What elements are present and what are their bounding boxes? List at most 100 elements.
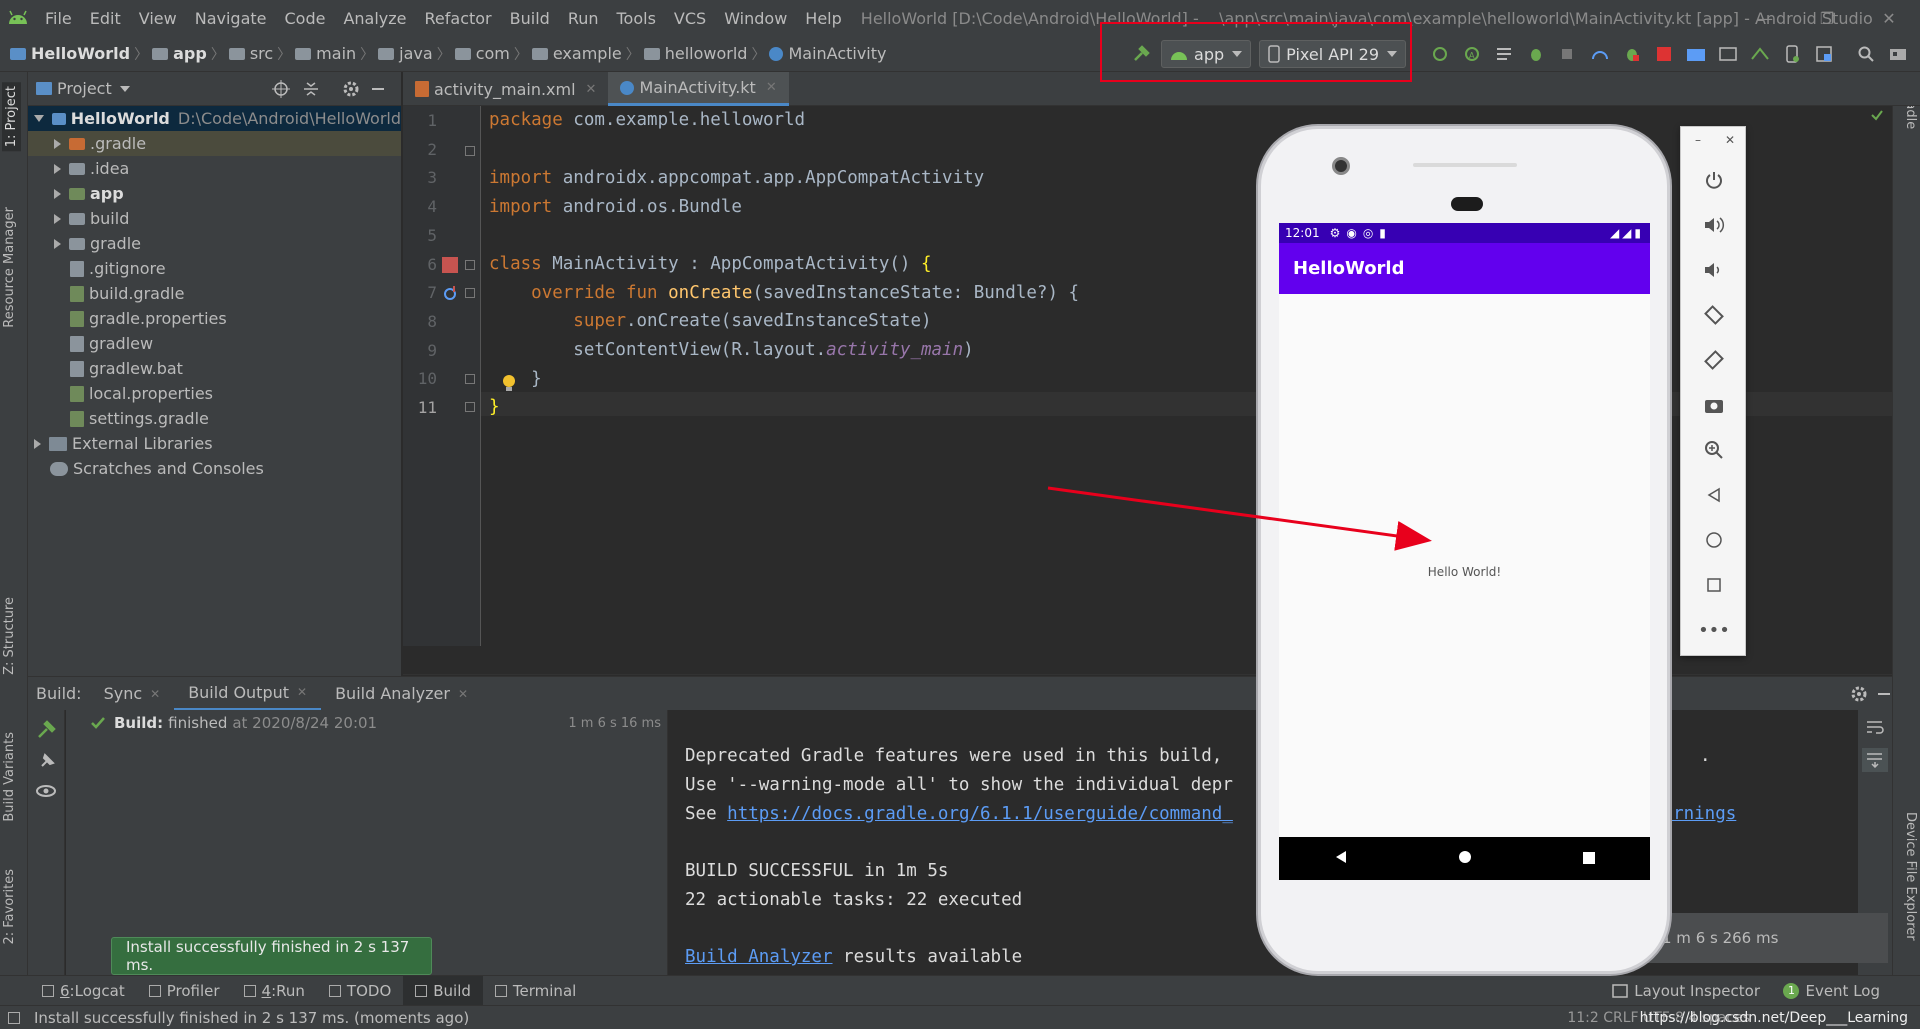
menu-file[interactable]: File — [36, 9, 81, 28]
tree-item[interactable]: app — [28, 181, 401, 206]
override-gutter-icon[interactable] — [443, 284, 457, 306]
rebuild-hammer-icon[interactable] — [36, 720, 56, 744]
editor-tab[interactable]: MainActivity.kt ✕ — [608, 72, 789, 106]
tool-tab-structure[interactable]: Z: Structure — [2, 597, 17, 675]
back-icon[interactable] — [1681, 480, 1747, 510]
expand-arrow-icon[interactable] — [54, 213, 61, 224]
home-icon[interactable] — [1681, 525, 1747, 555]
breadcrumb-item[interactable]: helloworld — [643, 44, 747, 63]
build-analyzer-link[interactable]: Build Analyzer — [685, 947, 833, 967]
attach-debugger-icon[interactable] — [1552, 38, 1584, 70]
volume-up-icon[interactable] — [1681, 210, 1747, 240]
apply-code-changes-icon[interactable]: A — [1456, 38, 1488, 70]
event-log-tab[interactable]: 1 Event Log — [1783, 982, 1880, 1000]
restore-button[interactable]: ❐ — [1796, 0, 1858, 36]
menu-refactor[interactable]: Refactor — [416, 9, 501, 28]
menu-build[interactable]: Build — [501, 9, 559, 28]
build-status-row[interactable]: Build: finished at 2020/8/24 20:01 — [90, 714, 377, 732]
menu-window[interactable]: Window — [715, 9, 796, 28]
close-tab-icon[interactable]: ✕ — [297, 685, 307, 699]
menu-edit[interactable]: Edit — [81, 9, 130, 28]
menu-navigate[interactable]: Navigate — [186, 9, 276, 28]
collapse-all-icon[interactable] — [302, 80, 320, 102]
back-nav-icon[interactable] — [1334, 850, 1348, 868]
close-tab-icon[interactable]: ✕ — [458, 687, 468, 701]
tree-item[interactable]: gradlew — [28, 331, 401, 356]
eye-icon[interactable] — [36, 784, 56, 802]
volume-down-icon[interactable] — [1681, 255, 1747, 285]
tree-item[interactable]: gradle.properties — [28, 306, 401, 331]
build-tab[interactable]: Sync ✕ — [90, 677, 175, 711]
build-tab[interactable]: Build Analyzer ✕ — [321, 677, 482, 711]
soft-wrap-icon[interactable] — [1866, 720, 1884, 740]
avd-manager-icon[interactable] — [1712, 38, 1744, 70]
home-nav-icon[interactable] — [1458, 850, 1472, 868]
lightbulb-icon[interactable] — [502, 374, 516, 396]
tree-scratches[interactable]: Scratches and Consoles — [28, 456, 401, 481]
expand-arrow-icon[interactable] — [54, 238, 61, 249]
tree-item[interactable]: settings.gradle — [28, 406, 401, 431]
layout-inspector-tab[interactable]: Layout Inspector — [1612, 982, 1760, 1000]
menu-code[interactable]: Code — [276, 9, 335, 28]
bottom-tab-logcat[interactable]: 6: Logcat — [30, 976, 137, 1006]
tool-tab-device-file-explorer[interactable]: Device File Explorer — [1903, 812, 1918, 941]
run-coverage-icon[interactable] — [1488, 38, 1520, 70]
build-tab[interactable]: Build Output ✕ — [174, 676, 322, 711]
breadcrumb-item[interactable]: src — [228, 44, 273, 63]
menu-analyze[interactable]: Analyze — [334, 9, 415, 28]
breadcrumb-item[interactable]: app — [152, 44, 207, 63]
close-tab-icon[interactable]: ✕ — [586, 82, 597, 97]
tree-item[interactable]: .gradle — [28, 131, 401, 156]
tree-item[interactable]: local.properties — [28, 381, 401, 406]
menu-run[interactable]: Run — [559, 9, 608, 28]
tree-item[interactable]: .gitignore — [28, 256, 401, 281]
tree-item[interactable]: build — [28, 206, 401, 231]
tool-tab-favorites[interactable]: 2: Favorites — [2, 869, 17, 945]
menu-help[interactable]: Help — [796, 9, 850, 28]
tool-tab-build-variants[interactable]: Build Variants — [2, 732, 17, 822]
device-manager-icon[interactable] — [1776, 38, 1808, 70]
tool-tab-resource-manager[interactable]: Resource Manager — [2, 207, 17, 328]
breadcrumb-item[interactable]: MainActivity — [769, 44, 886, 63]
tree-item[interactable]: gradlew.bat — [28, 356, 401, 381]
bottom-tab-run[interactable]: 4: Run — [232, 976, 317, 1006]
power-icon[interactable] — [1681, 165, 1747, 195]
gradle-docs-link[interactable]: https://docs.gradle.org/6.1.1/userguide/… — [727, 804, 1233, 824]
hide-panel-icon[interactable] — [370, 80, 386, 102]
camera-icon[interactable] — [1681, 390, 1747, 420]
breadcrumb-item[interactable]: HelloWorld — [10, 44, 130, 63]
account-icon[interactable] — [1882, 38, 1914, 70]
minimize-button[interactable]: — — [1734, 0, 1796, 36]
tree-root[interactable]: HelloWorld D:\Code\Android\HelloWorld — [28, 106, 401, 131]
sync-project-icon[interactable] — [1680, 38, 1712, 70]
breadcrumb-item[interactable]: com — [454, 44, 510, 63]
tree-item[interactable]: .idea — [28, 156, 401, 181]
emulator-close-button[interactable]: ✕ — [1725, 133, 1735, 147]
search-icon[interactable] — [1850, 38, 1882, 70]
pin-icon[interactable] — [38, 752, 56, 774]
bottom-tab-todo[interactable]: TODO — [317, 976, 403, 1006]
debug-icon[interactable] — [1520, 38, 1552, 70]
emulator-screen[interactable]: 12:01 ⚙◉◎▮ ◢◢▮ HelloWorld Hello World! — [1279, 223, 1650, 880]
overview-icon[interactable] — [1681, 570, 1747, 600]
build-hide-icon[interactable] — [1876, 685, 1892, 707]
tool-tab-project[interactable]: 1: Project — [2, 82, 21, 152]
menu-view[interactable]: View — [130, 9, 186, 28]
bottom-tab-profiler[interactable]: Profiler — [137, 976, 232, 1006]
expand-arrow-icon[interactable] — [54, 138, 61, 149]
expand-arrow-icon[interactable] — [54, 188, 61, 199]
toggle-tool-windows-icon[interactable] — [8, 1011, 20, 1024]
menu-vcs[interactable]: VCS — [665, 9, 715, 28]
stop-icon[interactable] — [1648, 38, 1680, 70]
tree-item[interactable]: gradle — [28, 231, 401, 256]
attach-process-icon[interactable] — [1616, 38, 1648, 70]
tree-item[interactable]: build.gradle — [28, 281, 401, 306]
profile-icon[interactable] — [1584, 38, 1616, 70]
scroll-to-end-icon[interactable] — [1862, 748, 1888, 772]
breadcrumb-item[interactable]: example — [531, 44, 622, 63]
breadcrumb-item[interactable]: main — [295, 44, 356, 63]
editor-tab[interactable]: activity_main.xml ✕ — [403, 72, 608, 106]
project-view-selector[interactable]: Project — [57, 79, 112, 98]
breadcrumb-item[interactable]: java — [378, 44, 433, 63]
locate-file-icon[interactable] — [272, 80, 290, 102]
